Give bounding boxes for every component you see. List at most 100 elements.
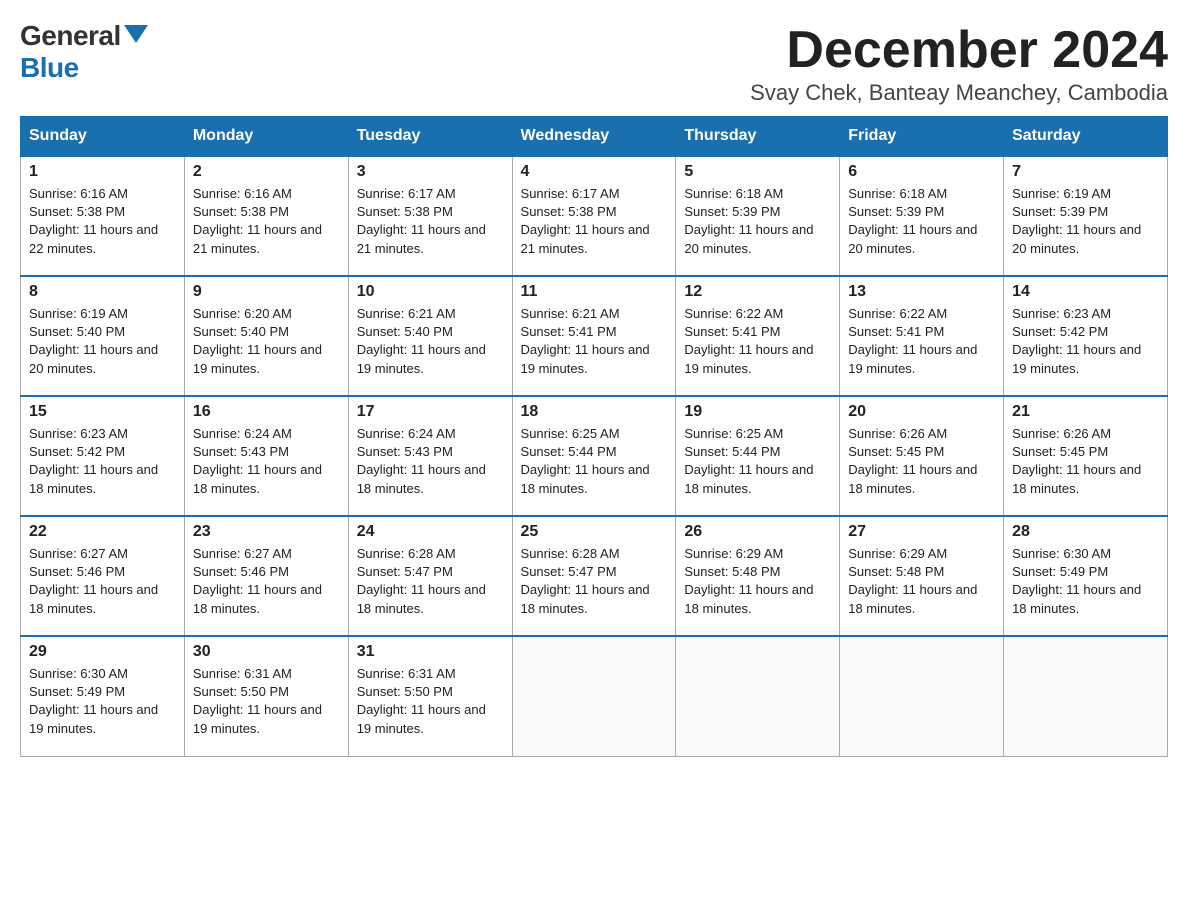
header-monday: Monday [184, 117, 348, 157]
day-cell: 29 Sunrise: 6:30 AMSunset: 5:49 PMDaylig… [21, 636, 185, 756]
day-cell: 16 Sunrise: 6:24 AMSunset: 5:43 PMDaylig… [184, 396, 348, 516]
day-info: Sunrise: 6:22 AMSunset: 5:41 PMDaylight:… [684, 306, 813, 376]
day-cell: 20 Sunrise: 6:26 AMSunset: 5:45 PMDaylig… [840, 396, 1004, 516]
day-cell: 21 Sunrise: 6:26 AMSunset: 5:45 PMDaylig… [1004, 396, 1168, 516]
day-number: 8 [29, 283, 176, 301]
day-info: Sunrise: 6:19 AMSunset: 5:40 PMDaylight:… [29, 306, 158, 376]
day-number: 4 [521, 163, 668, 181]
day-info: Sunrise: 6:31 AMSunset: 5:50 PMDaylight:… [357, 666, 486, 736]
logo-arrow-icon [124, 25, 148, 43]
day-cell: 11 Sunrise: 6:21 AMSunset: 5:41 PMDaylig… [512, 276, 676, 396]
day-cell: 14 Sunrise: 6:23 AMSunset: 5:42 PMDaylig… [1004, 276, 1168, 396]
day-cell: 26 Sunrise: 6:29 AMSunset: 5:48 PMDaylig… [676, 516, 840, 636]
day-cell: 22 Sunrise: 6:27 AMSunset: 5:46 PMDaylig… [21, 516, 185, 636]
day-number: 12 [684, 283, 831, 301]
day-cell: 23 Sunrise: 6:27 AMSunset: 5:46 PMDaylig… [184, 516, 348, 636]
logo: General Blue [20, 20, 148, 84]
day-info: Sunrise: 6:29 AMSunset: 5:48 PMDaylight:… [684, 546, 813, 616]
day-info: Sunrise: 6:28 AMSunset: 5:47 PMDaylight:… [357, 546, 486, 616]
day-number: 6 [848, 163, 995, 181]
day-cell: 15 Sunrise: 6:23 AMSunset: 5:42 PMDaylig… [21, 396, 185, 516]
day-number: 31 [357, 643, 504, 661]
day-cell: 12 Sunrise: 6:22 AMSunset: 5:41 PMDaylig… [676, 276, 840, 396]
day-info: Sunrise: 6:22 AMSunset: 5:41 PMDaylight:… [848, 306, 977, 376]
day-number: 17 [357, 403, 504, 421]
day-cell: 24 Sunrise: 6:28 AMSunset: 5:47 PMDaylig… [348, 516, 512, 636]
day-cell [676, 636, 840, 756]
day-cell [840, 636, 1004, 756]
day-number: 25 [521, 523, 668, 541]
day-number: 2 [193, 163, 340, 181]
day-cell: 30 Sunrise: 6:31 AMSunset: 5:50 PMDaylig… [184, 636, 348, 756]
day-info: Sunrise: 6:24 AMSunset: 5:43 PMDaylight:… [193, 426, 322, 496]
day-info: Sunrise: 6:16 AMSunset: 5:38 PMDaylight:… [29, 186, 158, 256]
day-info: Sunrise: 6:19 AMSunset: 5:39 PMDaylight:… [1012, 186, 1141, 256]
calendar-table: SundayMondayTuesdayWednesdayThursdayFrid… [20, 116, 1168, 757]
day-number: 23 [193, 523, 340, 541]
day-cell: 5 Sunrise: 6:18 AMSunset: 5:39 PMDayligh… [676, 156, 840, 276]
day-info: Sunrise: 6:20 AMSunset: 5:40 PMDaylight:… [193, 306, 322, 376]
day-info: Sunrise: 6:31 AMSunset: 5:50 PMDaylight:… [193, 666, 322, 736]
day-cell: 10 Sunrise: 6:21 AMSunset: 5:40 PMDaylig… [348, 276, 512, 396]
header-friday: Friday [840, 117, 1004, 157]
header-tuesday: Tuesday [348, 117, 512, 157]
header-sunday: Sunday [21, 117, 185, 157]
day-info: Sunrise: 6:25 AMSunset: 5:44 PMDaylight:… [684, 426, 813, 496]
day-info: Sunrise: 6:27 AMSunset: 5:46 PMDaylight:… [193, 546, 322, 616]
header-thursday: Thursday [676, 117, 840, 157]
day-number: 11 [521, 283, 668, 301]
day-info: Sunrise: 6:28 AMSunset: 5:47 PMDaylight:… [521, 546, 650, 616]
day-info: Sunrise: 6:17 AMSunset: 5:38 PMDaylight:… [357, 186, 486, 256]
day-number: 3 [357, 163, 504, 181]
day-cell: 3 Sunrise: 6:17 AMSunset: 5:38 PMDayligh… [348, 156, 512, 276]
day-number: 5 [684, 163, 831, 181]
day-number: 26 [684, 523, 831, 541]
day-number: 10 [357, 283, 504, 301]
day-cell: 4 Sunrise: 6:17 AMSunset: 5:38 PMDayligh… [512, 156, 676, 276]
header-row: SundayMondayTuesdayWednesdayThursdayFrid… [21, 117, 1168, 157]
day-cell: 13 Sunrise: 6:22 AMSunset: 5:41 PMDaylig… [840, 276, 1004, 396]
header-saturday: Saturday [1004, 117, 1168, 157]
day-info: Sunrise: 6:30 AMSunset: 5:49 PMDaylight:… [29, 666, 158, 736]
day-info: Sunrise: 6:26 AMSunset: 5:45 PMDaylight:… [848, 426, 977, 496]
day-number: 13 [848, 283, 995, 301]
title-block: December 2024 Svay Chek, Banteay Meanche… [750, 20, 1168, 106]
day-number: 30 [193, 643, 340, 661]
day-cell: 25 Sunrise: 6:28 AMSunset: 5:47 PMDaylig… [512, 516, 676, 636]
day-number: 24 [357, 523, 504, 541]
day-cell: 2 Sunrise: 6:16 AMSunset: 5:38 PMDayligh… [184, 156, 348, 276]
week-row-1: 1 Sunrise: 6:16 AMSunset: 5:38 PMDayligh… [21, 156, 1168, 276]
day-number: 16 [193, 403, 340, 421]
logo-general: General [20, 20, 121, 52]
day-info: Sunrise: 6:23 AMSunset: 5:42 PMDaylight:… [29, 426, 158, 496]
day-info: Sunrise: 6:29 AMSunset: 5:48 PMDaylight:… [848, 546, 977, 616]
day-number: 21 [1012, 403, 1159, 421]
day-cell [1004, 636, 1168, 756]
day-cell: 8 Sunrise: 6:19 AMSunset: 5:40 PMDayligh… [21, 276, 185, 396]
day-number: 27 [848, 523, 995, 541]
logo-blue: Blue [20, 52, 79, 84]
day-cell: 1 Sunrise: 6:16 AMSunset: 5:38 PMDayligh… [21, 156, 185, 276]
day-info: Sunrise: 6:21 AMSunset: 5:40 PMDaylight:… [357, 306, 486, 376]
day-info: Sunrise: 6:18 AMSunset: 5:39 PMDaylight:… [684, 186, 813, 256]
day-cell [512, 636, 676, 756]
day-info: Sunrise: 6:21 AMSunset: 5:41 PMDaylight:… [521, 306, 650, 376]
location-subtitle: Svay Chek, Banteay Meanchey, Cambodia [750, 80, 1168, 106]
week-row-3: 15 Sunrise: 6:23 AMSunset: 5:42 PMDaylig… [21, 396, 1168, 516]
day-info: Sunrise: 6:25 AMSunset: 5:44 PMDaylight:… [521, 426, 650, 496]
day-number: 28 [1012, 523, 1159, 541]
day-info: Sunrise: 6:26 AMSunset: 5:45 PMDaylight:… [1012, 426, 1141, 496]
day-number: 14 [1012, 283, 1159, 301]
day-number: 19 [684, 403, 831, 421]
day-cell: 19 Sunrise: 6:25 AMSunset: 5:44 PMDaylig… [676, 396, 840, 516]
day-number: 7 [1012, 163, 1159, 181]
day-cell: 27 Sunrise: 6:29 AMSunset: 5:48 PMDaylig… [840, 516, 1004, 636]
day-info: Sunrise: 6:16 AMSunset: 5:38 PMDaylight:… [193, 186, 322, 256]
day-info: Sunrise: 6:27 AMSunset: 5:46 PMDaylight:… [29, 546, 158, 616]
day-cell: 28 Sunrise: 6:30 AMSunset: 5:49 PMDaylig… [1004, 516, 1168, 636]
day-info: Sunrise: 6:17 AMSunset: 5:38 PMDaylight:… [521, 186, 650, 256]
day-number: 15 [29, 403, 176, 421]
day-info: Sunrise: 6:23 AMSunset: 5:42 PMDaylight:… [1012, 306, 1141, 376]
day-cell: 9 Sunrise: 6:20 AMSunset: 5:40 PMDayligh… [184, 276, 348, 396]
day-number: 20 [848, 403, 995, 421]
